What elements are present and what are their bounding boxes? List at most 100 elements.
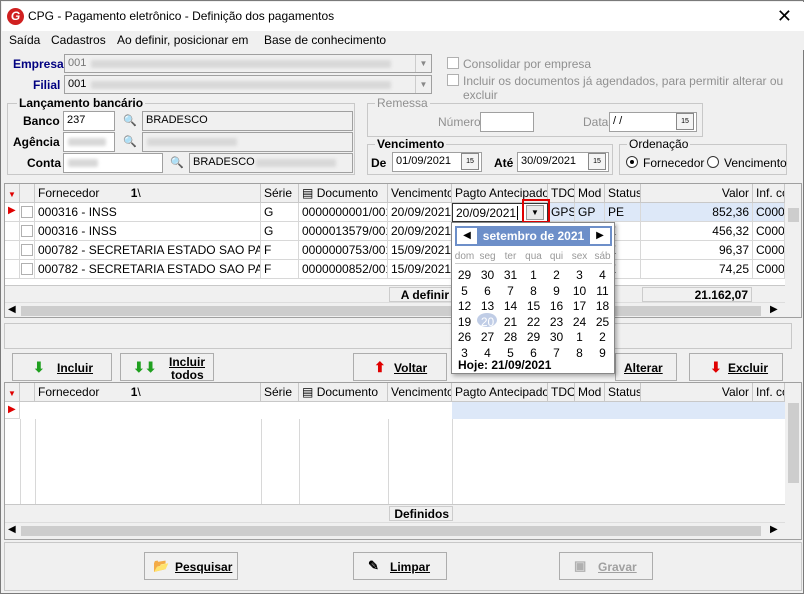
calendar-day[interactable]: 30	[476, 268, 499, 282]
voltar-button[interactable]: ⬆ Voltar	[353, 353, 447, 381]
calendar-day[interactable]: 21	[499, 315, 522, 329]
calendar-day[interactable]: 27	[476, 330, 499, 344]
calendar-icon[interactable]: 15	[461, 153, 479, 170]
col-fornecedor[interactable]: Fornecedor 1\	[35, 383, 261, 402]
col-status[interactable]: Status	[605, 383, 641, 402]
horizontal-scrollbar[interactable]: ◀ ▶	[5, 302, 785, 317]
incluir-todos-button[interactable]: ⬇⬇ Incluir todos	[120, 353, 214, 382]
calendar-day[interactable]: 2	[545, 268, 568, 282]
col-pagto[interactable]: Pagto Antecipado	[452, 383, 548, 402]
scroll-right-icon[interactable]: ▶	[770, 524, 778, 535]
binoculars-icon[interactable]: 🔍	[119, 111, 141, 131]
binoculars-icon[interactable]: 🔍	[166, 153, 188, 173]
col-vencimento[interactable]: Vencimento	[388, 184, 452, 203]
numero-input[interactable]	[480, 112, 534, 132]
col-vencimento[interactable]: Vencimento	[388, 383, 452, 402]
calendar-day[interactable]: 6	[476, 284, 499, 298]
col-mod[interactable]: Mod	[575, 383, 605, 402]
row-check-cell[interactable]	[20, 260, 35, 279]
col-valor[interactable]: Valor	[641, 184, 753, 203]
row-check-cell[interactable]	[20, 203, 35, 222]
calendar-icon[interactable]: 15	[588, 153, 606, 170]
incluir-agendados-checkbox[interactable]	[447, 74, 459, 86]
calendar-day[interactable]: 25	[591, 315, 614, 329]
close-icon[interactable]: ✕	[777, 6, 792, 27]
calendar-icon[interactable]: 15	[676, 113, 694, 130]
col-documento[interactable]: ▤ Documento	[299, 184, 388, 203]
calendar-day[interactable]: 23	[545, 315, 568, 329]
col-valor[interactable]: Valor	[641, 383, 753, 402]
calendar-day[interactable]: 1	[568, 330, 591, 344]
calendar-day[interactable]: 12	[453, 299, 476, 313]
agencia-input[interactable]	[63, 132, 115, 152]
calendar-day[interactable]: 29	[453, 268, 476, 282]
table-row[interactable]: ▶	[5, 402, 785, 419]
calendar-day[interactable]: 15	[522, 299, 545, 313]
calendar-day[interactable]: 14	[499, 299, 522, 313]
calendar-day[interactable]: 30	[545, 330, 568, 344]
col-inf[interactable]: Inf. co	[753, 383, 785, 402]
calendar-day[interactable]: 24	[568, 315, 591, 329]
calendar-day[interactable]: 5	[453, 284, 476, 298]
chevron-down-icon[interactable]: ▼	[415, 76, 431, 93]
col-tdo[interactable]: TDO	[548, 383, 575, 402]
calendar-day[interactable]: 11	[591, 284, 614, 298]
table-row[interactable]: 000782 - SECRETARIA ESTADO SAO PAU... F …	[5, 241, 785, 260]
next-month-icon[interactable]: ▶	[590, 228, 610, 244]
col-inf[interactable]: Inf. co	[753, 184, 785, 203]
today-label[interactable]: Hoje: 21/09/2021	[458, 358, 551, 372]
alterar-button[interactable]: Alterar	[615, 353, 677, 381]
scroll-thumb[interactable]	[788, 403, 799, 483]
chevron-down-icon[interactable]: ▼	[415, 55, 431, 72]
venc-de-input[interactable]: 01/09/2021 15	[392, 152, 482, 172]
calendar-day[interactable]: 3	[568, 268, 591, 282]
binoculars-icon[interactable]: 🔍	[119, 132, 141, 152]
conta-input[interactable]	[63, 153, 163, 173]
calendar-day[interactable]: 4	[591, 268, 614, 282]
col-serie[interactable]: Série	[261, 383, 299, 402]
pesquisar-button[interactable]: 📂 Pesquisar	[144, 552, 238, 580]
menu-saida[interactable]: Saída	[9, 33, 40, 47]
data-input[interactable]: / / 15	[609, 112, 697, 132]
row-checkbox[interactable]	[21, 206, 33, 218]
scroll-left-icon[interactable]: ◀	[8, 304, 16, 315]
menu-ao-definir[interactable]: Ao definir, posicionar em	[117, 33, 248, 47]
col-status[interactable]: Status	[605, 184, 641, 203]
calendar-day[interactable]: 16	[545, 299, 568, 313]
consolidar-checkbox[interactable]	[447, 57, 459, 69]
calendar-day[interactable]: 8	[568, 346, 591, 360]
calendar-day[interactable]: 26	[453, 330, 476, 344]
scroll-right-icon[interactable]: ▶	[770, 304, 778, 315]
row-check-cell[interactable]	[20, 241, 35, 260]
calendar-day[interactable]: 29	[522, 330, 545, 344]
venc-ate-input[interactable]: 30/09/2021 15	[517, 152, 609, 172]
calendar-day[interactable]: 9	[545, 284, 568, 298]
radio-fornecedor[interactable]	[626, 156, 638, 168]
table-row[interactable]: 000316 - INSS G 0000013579/001 20/09/202…	[5, 222, 785, 241]
horizontal-scrollbar[interactable]: ◀ ▶	[5, 522, 785, 539]
scroll-thumb[interactable]	[21, 306, 761, 316]
col-fornecedor[interactable]: Fornecedor 1\	[35, 184, 261, 203]
calendar-day[interactable]: 2	[591, 330, 614, 344]
empresa-select[interactable]: 001 ▼	[64, 54, 432, 73]
vertical-scrollbar[interactable]	[785, 383, 801, 539]
row-checkbox[interactable]	[21, 263, 33, 275]
table-row[interactable]: 000782 - SECRETARIA ESTADO SAO PAU... F …	[5, 260, 785, 279]
filial-select[interactable]: 001 ▼	[64, 75, 432, 94]
limpar-button[interactable]: ✎ Limpar	[353, 552, 447, 580]
scroll-thumb[interactable]	[21, 526, 761, 536]
col-tdo[interactable]: TDO	[548, 184, 575, 203]
bottom-grid[interactable]: ▼ Fornecedor 1\ Série ▤ Documento Vencim…	[4, 382, 802, 540]
vertical-scrollbar[interactable]	[785, 184, 801, 317]
banco-input[interactable]: 237	[63, 111, 115, 131]
calendar-day[interactable]: 7	[499, 284, 522, 298]
calendar-day[interactable]: 28	[499, 330, 522, 344]
calendar-day[interactable]: 13	[476, 299, 499, 313]
radio-vencimento[interactable]	[707, 156, 719, 168]
calendar-day[interactable]: 1	[522, 268, 545, 282]
calendar-day[interactable]: 9	[591, 346, 614, 360]
calendar-day[interactable]: 22	[522, 315, 545, 329]
calendar-day[interactable]: 19	[453, 315, 476, 329]
row-checkbox[interactable]	[21, 244, 33, 256]
calendar-day[interactable]: 17	[568, 299, 591, 313]
